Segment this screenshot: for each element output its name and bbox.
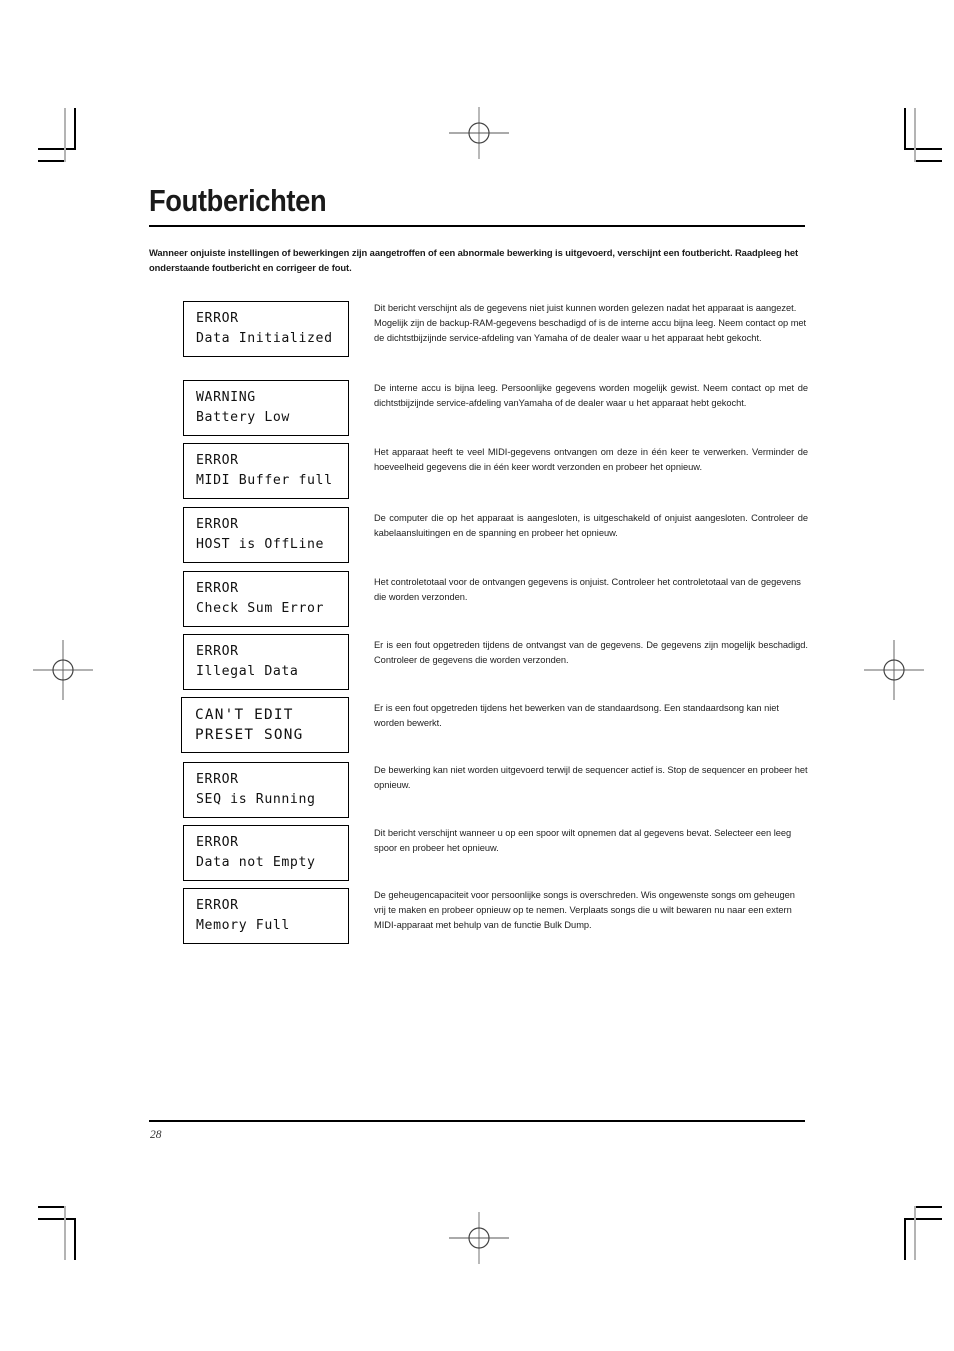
lcd-line-2: HOST is OffLine [196, 537, 325, 552]
message-description: De geheugencapaciteit voor persoonlijke … [374, 890, 795, 931]
lcd-line-2: Illegal Data [196, 664, 299, 679]
lcd-line-2: Data Initialized [196, 331, 333, 346]
lcd-display-panel: ERROR Memory Full [183, 888, 349, 944]
message-description: Er is een fout opgetreden tijdens het be… [374, 703, 779, 729]
lcd-line-2: Check Sum Error [196, 601, 325, 616]
title-divider [149, 225, 805, 227]
lcd-display-panel: ERROR HOST is OffLine [183, 507, 349, 563]
lcd-display-panel: ERROR SEQ is Running [183, 762, 349, 818]
lcd-display-panel: ERROR MIDI Buffer full [183, 443, 349, 499]
lcd-line-1: ERROR [196, 581, 239, 596]
lcd-line-1: WARNING [196, 390, 256, 405]
lcd-line-2: SEQ is Running [196, 792, 316, 807]
message-description: De bewerking kan niet worden uitgevoerd … [374, 765, 808, 791]
lcd-line-1: CAN'T EDIT [195, 707, 294, 723]
lcd-line-2: Memory Full [196, 918, 290, 933]
lcd-display-panel: ERROR Illegal Data [183, 634, 349, 690]
lcd-display-panel: WARNING Battery Low [183, 380, 349, 436]
lcd-line-1: ERROR [196, 772, 239, 787]
intro-paragraph: Wanneer onjuiste instellingen of bewerki… [149, 247, 799, 274]
lcd-display-panel: ERROR Data not Empty [183, 825, 349, 881]
message-description: De interne accu is bijna leeg. Persoonli… [374, 383, 808, 409]
message-description: Er is een fout opgetreden tijdens de ont… [374, 640, 808, 666]
lcd-display-panel: ERROR Data Initialized [183, 301, 349, 357]
page-title: Foutberichten [149, 183, 327, 218]
lcd-line-1: ERROR [196, 517, 239, 532]
message-description: Dit bericht verschijnt wanneer u op een … [374, 828, 792, 854]
lcd-line-2: PRESET SONG [195, 727, 304, 743]
footer-divider [149, 1120, 805, 1122]
lcd-line-1: ERROR [196, 453, 239, 468]
manual-page: Foutberichten Wanneer onjuiste instellin… [0, 0, 954, 1351]
lcd-line-1: ERROR [196, 644, 239, 659]
message-description: Het controletotaal voor de ontvangen geg… [374, 577, 801, 603]
lcd-line-2: Data not Empty [196, 855, 316, 870]
lcd-line-1: ERROR [196, 898, 239, 913]
page-number: 28 [150, 1129, 162, 1141]
lcd-line-2: MIDI Buffer full [196, 473, 333, 488]
message-description: De computer die op het apparaat is aange… [374, 513, 808, 539]
lcd-display-panel: CAN'T EDIT PRESET SONG [181, 697, 349, 753]
lcd-line-1: ERROR [196, 835, 239, 850]
lcd-display-panel: ERROR Check Sum Error [183, 571, 349, 627]
message-description: Het apparaat heeft te veel MIDI-gegevens… [374, 447, 808, 473]
message-description: Dit bericht verschijnt als de gegevens n… [374, 303, 807, 344]
lcd-line-2: Battery Low [196, 410, 290, 425]
lcd-line-1: ERROR [196, 311, 239, 326]
